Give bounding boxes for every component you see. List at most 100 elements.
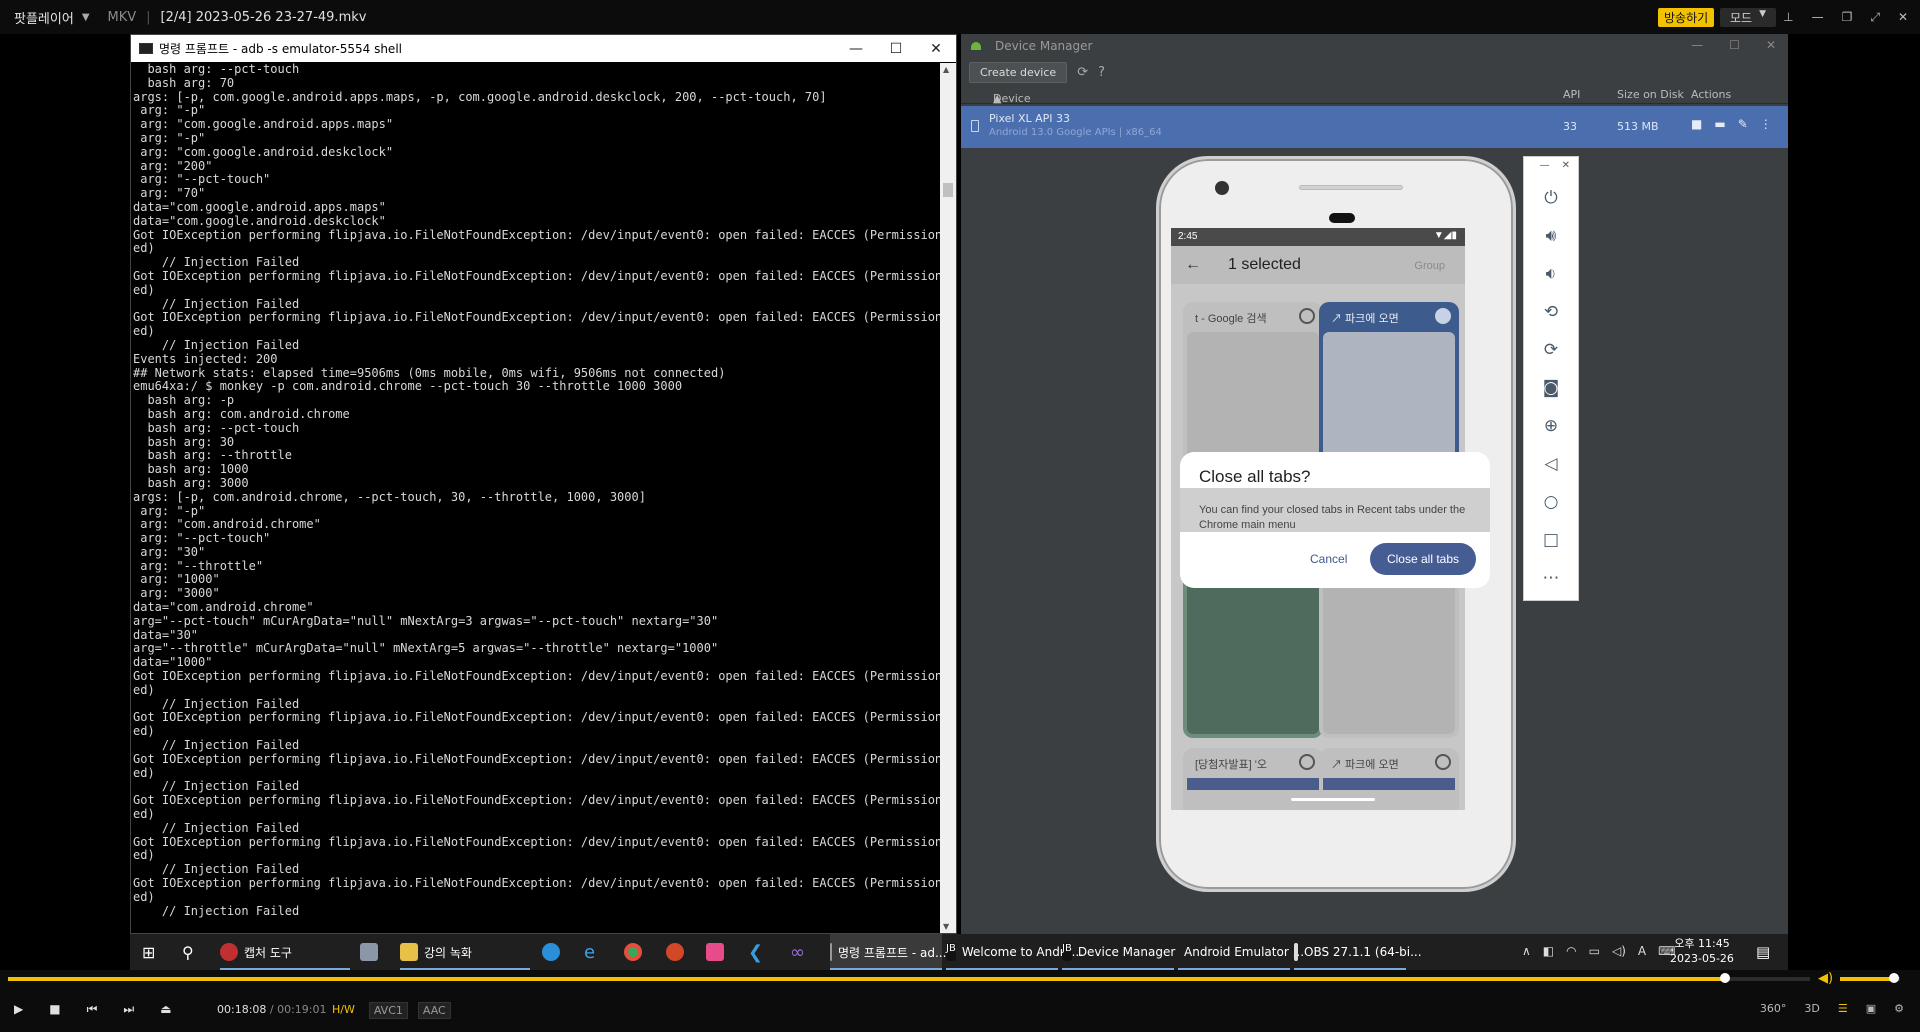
help-icon[interactable]: ?: [1098, 65, 1105, 80]
tab-card[interactable]: [1183, 568, 1323, 738]
chevron-up-icon[interactable]: ∧: [1522, 944, 1531, 958]
taskbar-item-cmd[interactable]: 명령 프롬프트 - ad...: [830, 934, 946, 970]
edge-button[interactable]: [542, 934, 560, 970]
refresh-icon[interactable]: ⟳: [1077, 65, 1088, 80]
power-icon[interactable]: ⏻: [1524, 179, 1578, 217]
seek-handle[interactable]: [1720, 973, 1731, 983]
stop-icon[interactable]: ■: [1691, 117, 1702, 131]
home-icon[interactable]: ○: [1524, 483, 1578, 521]
taskbar-item-app[interactable]: [360, 934, 378, 970]
maximize-button[interactable]: ☐: [876, 35, 916, 62]
volume-icon[interactable]: ◀): [1818, 971, 1833, 986]
edit-icon[interactable]: ✎: [1738, 117, 1748, 131]
mode-select[interactable]: 모드 ▼: [1720, 8, 1776, 27]
close-icon[interactable]: ✕: [1562, 160, 1570, 179]
close-all-tabs-button[interactable]: Close all tabs: [1370, 543, 1476, 575]
back-arrow-icon[interactable]: ←: [1185, 256, 1201, 274]
command-prompt-window[interactable]: 명령 프롬프트 - adb -s emulator-5554 shell — ☐…: [130, 34, 957, 934]
previous-icon[interactable]: ⏮: [87, 1002, 98, 1017]
rotate-left-icon[interactable]: ⟲: [1524, 293, 1578, 331]
settings-icon[interactable]: ⚙: [1894, 1002, 1904, 1015]
select-circle-icon[interactable]: [1299, 308, 1315, 324]
3d-button[interactable]: 3D: [1804, 1002, 1819, 1015]
jetbrains-button[interactable]: [706, 934, 724, 970]
scroll-up-icon[interactable]: ▲: [943, 65, 949, 74]
player-app-name[interactable]: 팟플레이어: [14, 8, 74, 27]
minimize-button[interactable]: —: [1691, 38, 1703, 52]
next-icon[interactable]: ⏭: [123, 1002, 134, 1017]
hw-tag[interactable]: H/W: [328, 1002, 359, 1019]
network-icon[interactable]: ◧: [1543, 944, 1554, 958]
close-button[interactable]: ✕: [1766, 38, 1776, 52]
pin-icon[interactable]: ⊥: [1783, 10, 1793, 25]
visual-studio-button[interactable]: ∞: [790, 934, 805, 970]
minimize-button[interactable]: —: [836, 35, 876, 62]
cancel-button[interactable]: Cancel: [1310, 552, 1347, 566]
seek-bar[interactable]: [8, 973, 1810, 983]
create-device-button[interactable]: Create device: [969, 62, 1068, 83]
overview-icon[interactable]: □: [1524, 521, 1578, 559]
zoom-icon[interactable]: ⊕: [1524, 407, 1578, 445]
column-api[interactable]: API: [1563, 88, 1580, 101]
chevron-down-icon[interactable]: ▼: [82, 12, 90, 23]
speaker-icon[interactable]: ◁): [1612, 944, 1626, 958]
minimize-icon[interactable]: —: [1540, 160, 1550, 179]
taskbar-item-folder[interactable]: 강의 녹화: [400, 934, 530, 970]
search-button[interactable]: ⚲: [182, 934, 194, 970]
column-size[interactable]: Size on Disk: [1617, 88, 1684, 101]
play-icon[interactable]: ▶: [14, 1002, 23, 1017]
select-circle-icon[interactable]: [1435, 754, 1451, 770]
volume-down-icon[interactable]: 🔉︎: [1524, 255, 1578, 293]
cmd-title-bar[interactable]: 명령 프롬프트 - adb -s emulator-5554 shell — ☐…: [131, 35, 956, 62]
start-button[interactable]: ⊞: [142, 934, 155, 970]
dm-title-bar[interactable]: Device Manager — ☐ ✕: [961, 34, 1788, 58]
check-circle-icon[interactable]: [1435, 308, 1451, 324]
folder-icon[interactable]: ▬: [1714, 117, 1725, 131]
device-row[interactable]: Pixel XL API 33 Android 13.0 Google APIs…: [961, 106, 1788, 148]
chrome-button[interactable]: [624, 934, 642, 970]
rotate-right-icon[interactable]: ⟳: [1524, 331, 1578, 369]
vscode-button[interactable]: ❮: [748, 934, 763, 970]
taskbar-item-device-manager[interactable]: JB Device Manager: [1062, 934, 1175, 970]
more-icon[interactable]: ⋯: [1524, 559, 1578, 597]
scroll-down-icon[interactable]: ▼: [943, 922, 949, 931]
close-icon[interactable]: ✕: [1898, 10, 1908, 25]
more-vert-icon[interactable]: ⋮: [1760, 117, 1772, 131]
fullscreen-icon[interactable]: ⤢: [1870, 10, 1880, 25]
ie-button[interactable]: e: [584, 934, 595, 970]
maximize-button[interactable]: ☐: [1729, 38, 1740, 52]
console-output[interactable]: bash arg: --pct-touch bash arg: 70 args: …: [131, 63, 941, 933]
taskbar-item-android-studio[interactable]: JB Welcome to Andro...: [946, 934, 1083, 970]
volume-slider[interactable]: [1840, 973, 1900, 983]
volume-up-icon[interactable]: 🔊︎: [1524, 217, 1578, 255]
group-button[interactable]: Group: [1414, 260, 1445, 272]
system-clock[interactable]: 오후 11:45 2023-05-26: [1670, 936, 1734, 966]
chapter-icon[interactable]: ▣: [1866, 1002, 1876, 1015]
audio-codec-tag[interactable]: AAC: [417, 1002, 451, 1019]
eject-icon[interactable]: ⏏: [160, 1002, 171, 1017]
tab-card[interactable]: [1319, 568, 1459, 738]
live-broadcast-button[interactable]: 방송하기: [1658, 8, 1715, 27]
restore-icon[interactable]: ❐: [1842, 10, 1853, 25]
taskbar-item-obs[interactable]: OBS 27.1.1 (64-bi...: [1294, 934, 1422, 970]
powerpoint-button[interactable]: [666, 934, 684, 970]
scroll-thumb[interactable]: [943, 183, 953, 197]
playlist-icon[interactable]: ☰: [1838, 1002, 1848, 1015]
vr360-button[interactable]: 360°: [1760, 1002, 1787, 1015]
gesture-nav-bar[interactable]: [1291, 798, 1375, 801]
volume-handle[interactable]: [1889, 973, 1899, 983]
scrollbar[interactable]: ▲ ▼: [940, 63, 956, 933]
ime-indicator[interactable]: A: [1638, 944, 1646, 958]
stop-icon[interactable]: ■: [49, 1002, 60, 1017]
camera-icon[interactable]: ◙: [1524, 369, 1578, 407]
notification-button[interactable]: ▤: [1756, 934, 1770, 970]
close-button[interactable]: ✕: [916, 35, 956, 62]
taskbar-item-emulator[interactable]: Android Emulator ...: [1178, 934, 1304, 970]
battery-icon[interactable]: ▭: [1589, 944, 1600, 958]
taskbar-item-capture[interactable]: 캡처 도구: [220, 934, 350, 970]
select-circle-icon[interactable]: [1299, 754, 1315, 770]
back-icon[interactable]: ◁: [1524, 445, 1578, 483]
minimize-icon[interactable]: —: [1812, 10, 1824, 25]
video-codec-tag[interactable]: AVC1: [368, 1002, 408, 1019]
wifi-icon[interactable]: ◠: [1566, 944, 1576, 958]
